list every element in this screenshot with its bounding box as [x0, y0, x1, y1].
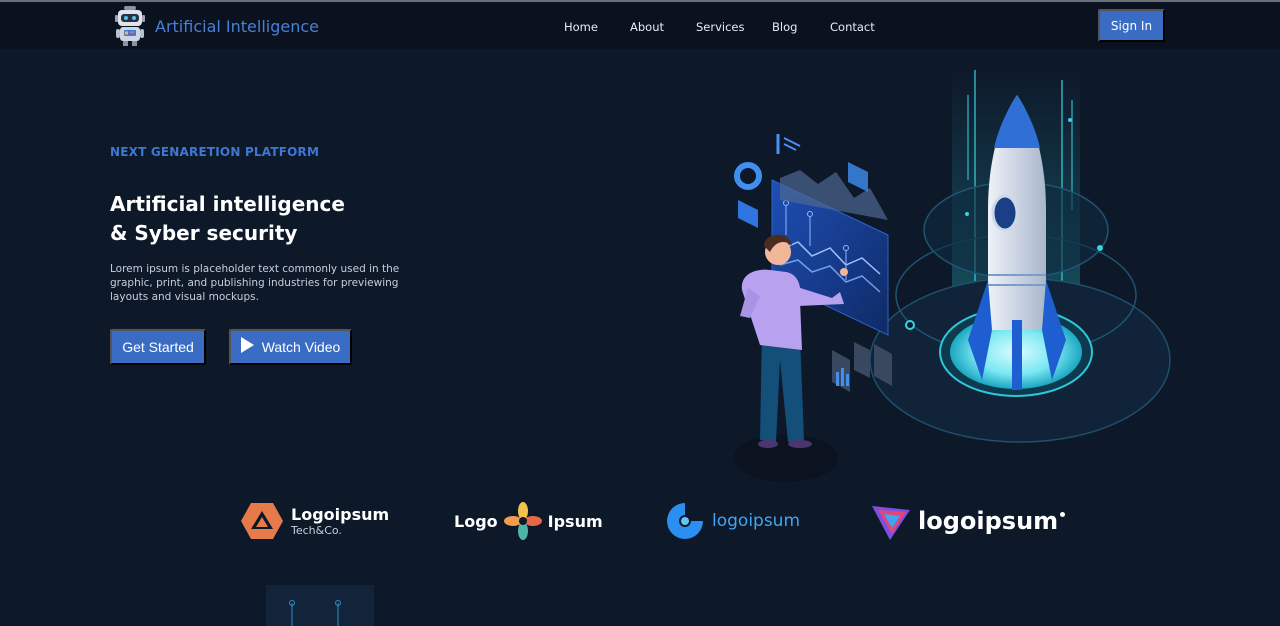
nav-blog[interactable]: Blog: [772, 20, 797, 34]
hexagon-logo-icon: [241, 503, 283, 539]
hero-illustration: [734, 65, 1171, 482]
hero-title-line2: & Syber security: [110, 221, 298, 245]
robot-logo-icon: [115, 6, 145, 46]
navbar: Artificial Intelligence Home About Servi…: [0, 2, 1280, 49]
logo-1-sub: Tech&Co.: [291, 524, 342, 537]
watch-video-label: Watch Video: [261, 339, 341, 355]
nav-about[interactable]: About: [630, 20, 664, 34]
logo-partner-1[interactable]: Logoipsum Tech&Co.: [240, 495, 389, 547]
nav-home[interactable]: Home: [564, 20, 598, 34]
data-dashboard: [734, 134, 892, 392]
logo-4-dot: [1060, 511, 1066, 517]
nav-contact[interactable]: Contact: [830, 20, 875, 34]
brand[interactable]: Artificial Intelligence: [112, 5, 319, 47]
play-icon: [240, 337, 254, 353]
brand-name: Artificial Intelligence: [155, 16, 319, 36]
get-started-button[interactable]: Get Started: [110, 329, 206, 365]
logo-2-left: Logo: [454, 511, 498, 531]
nav-services[interactable]: Services: [696, 20, 745, 34]
logo-2-right: Ipsum: [547, 511, 603, 531]
sign-in-button[interactable]: Sign In: [1098, 9, 1165, 42]
hero-title-line1: Artificial intelligence: [110, 192, 345, 216]
logo-partner-4[interactable]: logoipsum: [870, 495, 1066, 547]
logo-partner-3[interactable]: logoipsum: [664, 495, 800, 547]
triangle-logo-icon: [872, 506, 910, 540]
ring-logo-icon: [667, 503, 703, 539]
logo-1-name: Logoipsum: [291, 505, 390, 524]
hero-title: Artificial intelligence & Syber security: [110, 190, 345, 248]
logo-partner-2[interactable]: Logo Ipsum: [454, 495, 603, 547]
partner-logos: Logoipsum Tech&Co. Logo Ipsum logoipsum …: [0, 495, 1280, 555]
logo-3-name: logoipsum: [712, 511, 801, 531]
logo-4-name: logoipsum: [918, 507, 1059, 535]
watch-video-button[interactable]: Watch Video: [229, 329, 352, 365]
hero-eyebrow: NEXT GENARETION PLATFORM: [110, 145, 320, 159]
hero-description: Lorem ipsum is placeholder text commonly…: [110, 263, 400, 303]
next-section-illustration: [266, 585, 374, 626]
pinwheel-logo-icon: [503, 502, 542, 540]
